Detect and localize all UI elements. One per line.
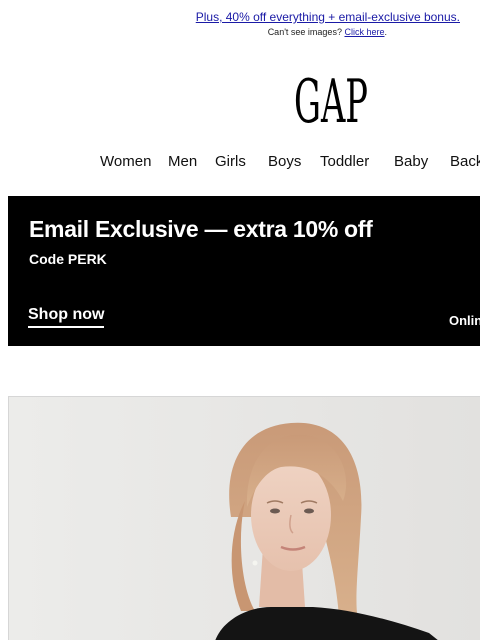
nav-item-baby[interactable]: Baby (394, 152, 428, 172)
click-here-link[interactable]: Click here (344, 27, 384, 37)
right-eye (304, 508, 314, 514)
preheader: Plus, 40% off everything + email-exclusi… (20, 10, 460, 38)
nav-item-back[interactable]: Back (450, 152, 480, 172)
nav-item-boys[interactable]: Boys (268, 152, 301, 172)
shop-now-link[interactable]: Shop now (28, 306, 105, 328)
nav-item-girls[interactable]: Girls (215, 152, 246, 172)
images-note: Can't see images? Click here. (20, 26, 460, 38)
banner-title: Email Exclusive — extra 10% off (29, 216, 373, 242)
earring (252, 560, 258, 566)
gap-logo-text: GAP (294, 70, 368, 128)
email-page: Plus, 40% off everything + email-exclusi… (0, 0, 480, 640)
nav-item-men[interactable]: Men (168, 152, 197, 172)
promo-link[interactable]: Plus, 40% off everything + email-exclusi… (20, 10, 460, 25)
model-photo-icon (9, 397, 480, 640)
images-note-text: Can't see images? (267, 27, 342, 37)
nav-item-toddler[interactable]: Toddler (320, 152, 369, 172)
nav-item-women[interactable]: Women (100, 152, 151, 172)
gap-logo-icon: GAP (294, 67, 368, 137)
hero-image[interactable] (8, 396, 480, 640)
left-eye (270, 508, 280, 514)
promo-code: Code PERK (29, 251, 107, 267)
category-nav: Women Men Girls Boys Toddler Baby Back (0, 152, 480, 174)
email-exclusive-banner[interactable]: Email Exclusive — extra 10% off Code PER… (8, 196, 480, 346)
gap-logo[interactable]: GAP (292, 67, 370, 137)
images-note-end: . (384, 27, 387, 37)
banner-side-text: Onlin (449, 313, 480, 328)
